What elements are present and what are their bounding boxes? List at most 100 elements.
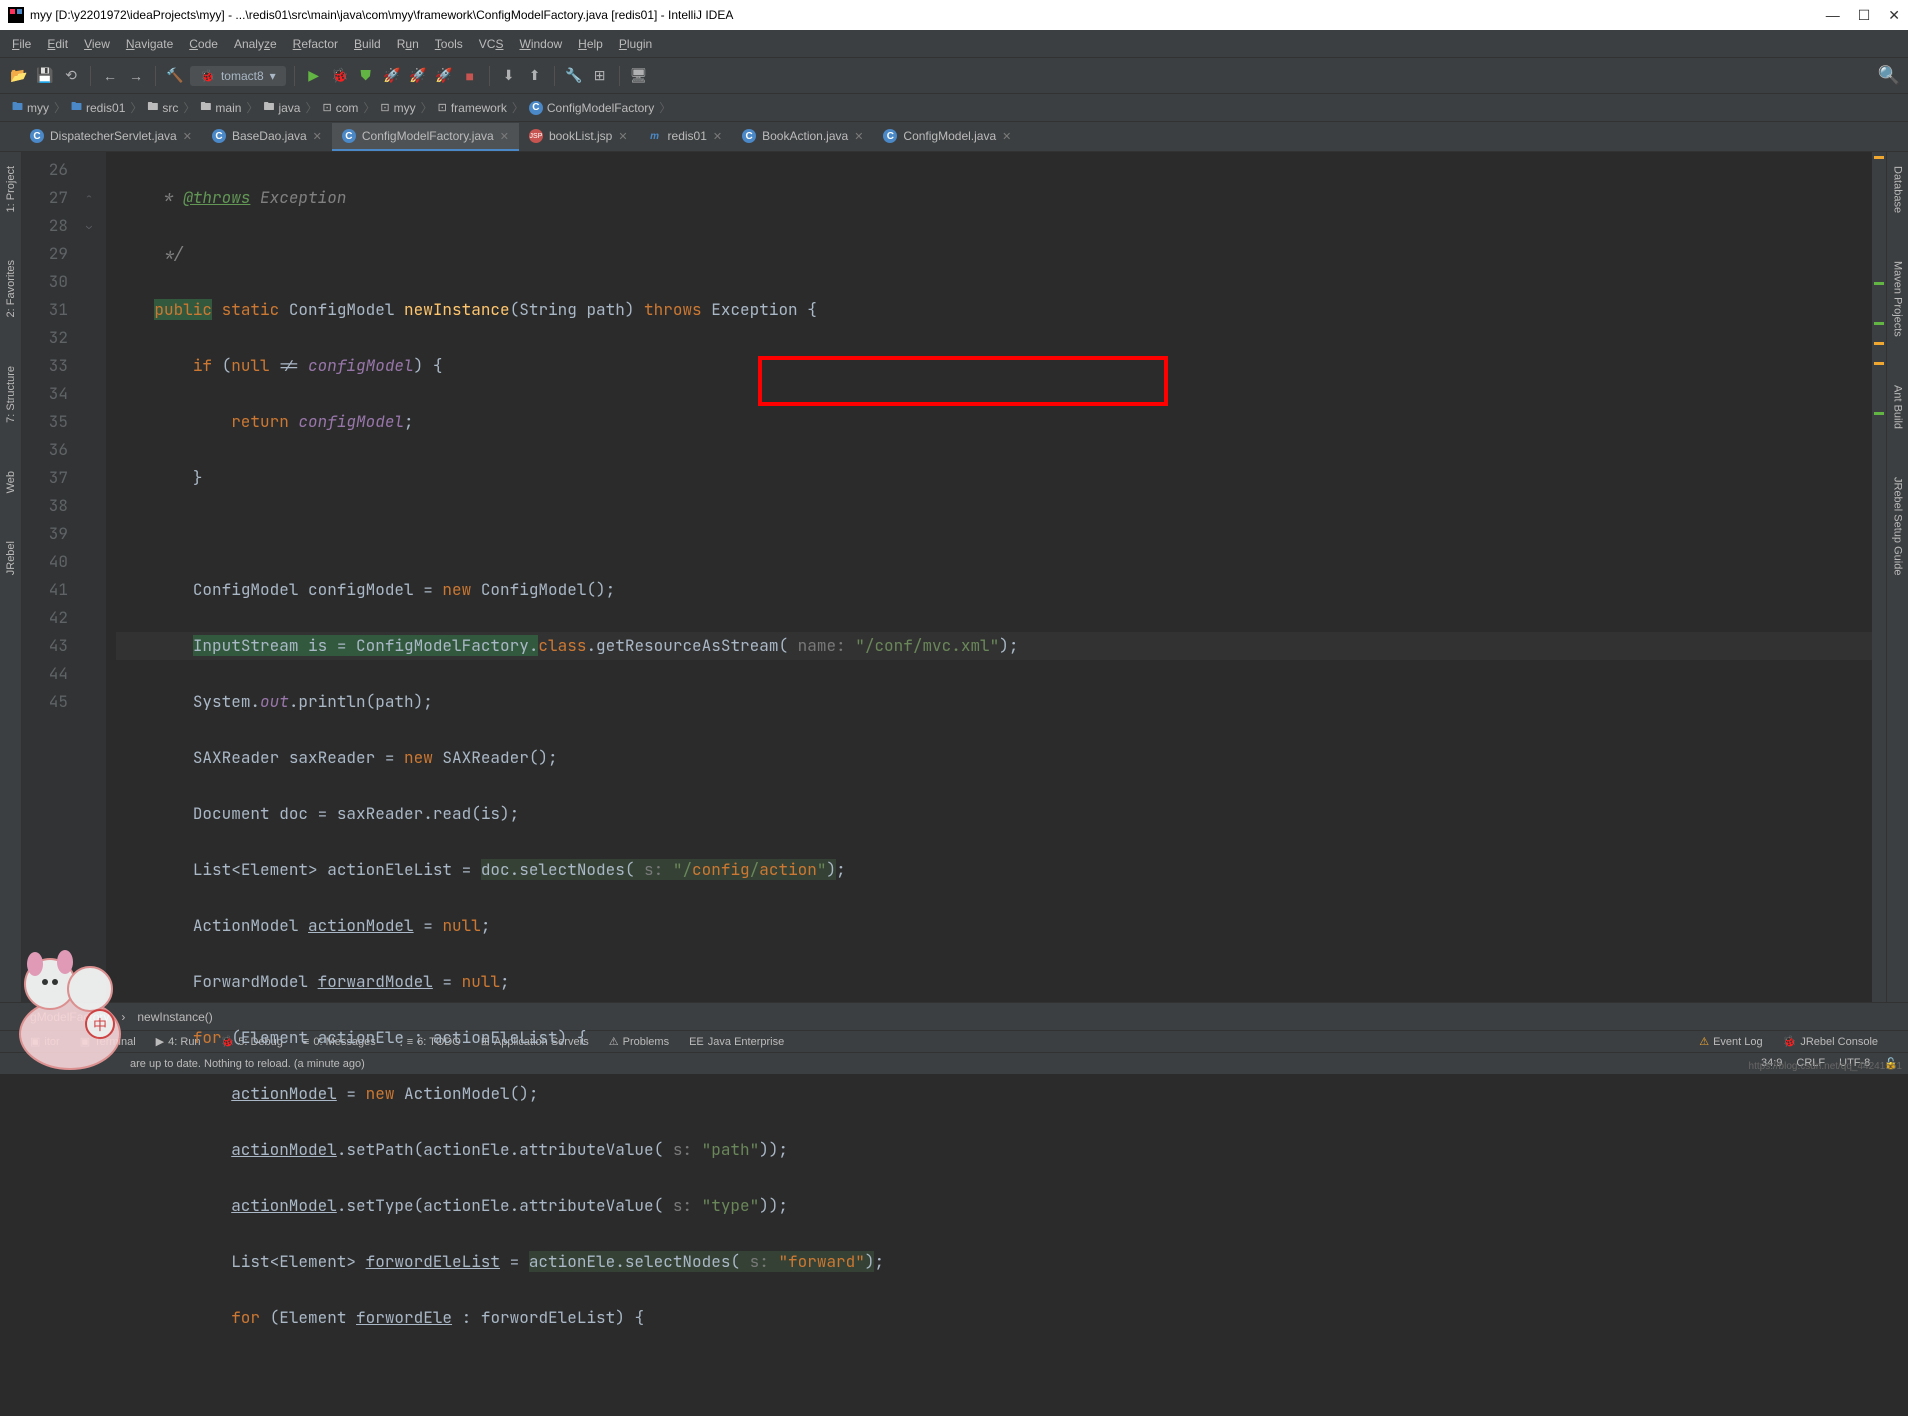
- nav-class[interactable]: gModelFactory: [30, 1010, 109, 1024]
- open-icon[interactable]: 📂: [8, 65, 30, 87]
- vcs-update-icon[interactable]: ⬇: [498, 65, 520, 87]
- package-icon: ⊡: [380, 101, 389, 114]
- close-icon[interactable]: ✕: [618, 130, 627, 143]
- forward-icon[interactable]: →: [125, 65, 147, 87]
- maximize-button[interactable]: ☐: [1858, 7, 1871, 24]
- stop-icon[interactable]: ■: [459, 65, 481, 87]
- left-tool-window-bar: 1: Project 2: Favorites 7: Structure Web…: [0, 152, 22, 1002]
- folder-icon: 🖿: [200, 98, 211, 117]
- gutter-line-numbers: 2627282930313233343536373839404142434445: [22, 152, 82, 1002]
- back-icon[interactable]: ←: [99, 65, 121, 87]
- tool-favorites[interactable]: 2: Favorites: [3, 256, 19, 321]
- package-icon: ⊡: [322, 101, 331, 114]
- debug-icon[interactable]: 🐞: [329, 65, 351, 87]
- tab-bookaction[interactable]: CBookAction.java✕: [732, 123, 873, 151]
- minimize-button[interactable]: —: [1826, 7, 1840, 24]
- close-button[interactable]: ✕: [1888, 7, 1900, 24]
- close-icon[interactable]: ✕: [183, 130, 192, 143]
- jrebel-icon2[interactable]: 🚀: [433, 65, 455, 87]
- app-icon: [8, 7, 24, 23]
- save-icon[interactable]: 💾: [34, 65, 56, 87]
- menu-help[interactable]: Help: [570, 33, 611, 55]
- menu-build[interactable]: Build: [346, 33, 389, 55]
- tool-jrebel-setup[interactable]: JRebel Setup Guide: [1890, 473, 1906, 579]
- close-icon[interactable]: ✕: [1002, 130, 1011, 143]
- crumb-com[interactable]: ⊡com: [318, 101, 362, 115]
- menu-tools[interactable]: Tools: [427, 33, 471, 55]
- misc-icon[interactable]: 🖥: [628, 65, 650, 87]
- titlebar: myy [D:\y2201972\ideaProjects\myy] - ...…: [0, 0, 1908, 30]
- tool-web[interactable]: Web: [3, 467, 19, 497]
- menu-file[interactable]: File: [4, 33, 39, 55]
- folder-icon: 🖿: [71, 98, 82, 117]
- crumb-main[interactable]: 🖿main: [196, 98, 245, 117]
- tool-structure[interactable]: 7: Structure: [3, 362, 19, 427]
- tab-configmodelfactory[interactable]: CConfigModelFactory.java✕: [332, 123, 519, 151]
- tool-maven[interactable]: Maven Projects: [1890, 257, 1906, 341]
- vcs-commit-icon[interactable]: ⬆: [524, 65, 546, 87]
- code-editor[interactable]: 2627282930313233343536373839404142434445…: [22, 152, 1886, 1002]
- tool-monitor[interactable]: ▣itor: [30, 1035, 60, 1048]
- settings-icon[interactable]: 🔧: [563, 65, 585, 87]
- jsp-icon: JSP: [529, 129, 543, 143]
- maven-icon: m: [648, 129, 662, 143]
- menu-window[interactable]: Window: [511, 33, 570, 55]
- menu-navigate[interactable]: Navigate: [118, 33, 181, 55]
- class-icon: C: [742, 129, 756, 143]
- structure-icon[interactable]: ⊞: [589, 65, 611, 87]
- close-icon[interactable]: ✕: [500, 130, 509, 143]
- sync-icon[interactable]: ⟲: [60, 65, 82, 87]
- jrebel-debug-icon[interactable]: 🚀: [407, 65, 429, 87]
- crumb-myy[interactable]: 🖿myy: [8, 98, 53, 117]
- tool-ant[interactable]: Ant Build: [1890, 381, 1906, 433]
- tool-project[interactable]: 1: Project: [3, 162, 19, 216]
- run-config-label: tomact8: [221, 69, 264, 83]
- jrebel-run-icon[interactable]: 🚀: [381, 65, 403, 87]
- tab-redis01[interactable]: mredis01✕: [638, 123, 733, 151]
- menu-plugin[interactable]: Plugin: [611, 33, 660, 55]
- tool-database[interactable]: Database: [1890, 162, 1906, 217]
- crumb-java[interactable]: 🖿java: [259, 98, 304, 117]
- class-icon: C: [529, 101, 543, 115]
- menu-code[interactable]: Code: [181, 33, 226, 55]
- run-icon[interactable]: ▶: [303, 65, 325, 87]
- folder-icon: 🖿: [263, 98, 274, 117]
- crumb-src[interactable]: 🖿src: [143, 98, 182, 117]
- crumb-class[interactable]: CConfigModelFactory: [525, 101, 658, 115]
- menu-refactor[interactable]: Refactor: [285, 33, 346, 55]
- crumb-framework[interactable]: ⊡framework: [434, 101, 511, 115]
- tool-jrebel[interactable]: JRebel: [3, 537, 19, 579]
- close-icon[interactable]: ✕: [713, 130, 722, 143]
- class-icon: C: [212, 129, 226, 143]
- run-config-selector[interactable]: 🐞 tomact8 ▾: [190, 66, 286, 86]
- menu-view[interactable]: View: [76, 33, 118, 55]
- fold-end-icon[interactable]: ⌃: [86, 184, 92, 212]
- menu-edit[interactable]: Edit: [39, 33, 76, 55]
- close-icon[interactable]: ✕: [854, 130, 863, 143]
- window-title: myy [D:\y2201972\ideaProjects\myy] - ...…: [30, 8, 1826, 22]
- search-icon[interactable]: 🔍: [1878, 65, 1900, 86]
- fold-start-icon[interactable]: ⌄: [86, 212, 92, 240]
- separator: [294, 66, 295, 86]
- tab-basedao[interactable]: CBaseDao.java✕: [202, 123, 332, 151]
- menu-run[interactable]: Run: [389, 33, 427, 55]
- menubar: File Edit View Navigate Code Analyze Ref…: [0, 30, 1908, 58]
- menu-vcs[interactable]: VCS: [471, 33, 512, 55]
- tab-dispatcherservlet[interactable]: CDispatecherServlet.java✕: [20, 123, 202, 151]
- tab-configmodel[interactable]: CConfigModel.java✕: [873, 123, 1021, 151]
- hammer-icon[interactable]: 🔨: [164, 65, 186, 87]
- editor-tabs: CDispatecherServlet.java✕ CBaseDao.java✕…: [0, 122, 1908, 152]
- crumb-myy2[interactable]: ⊡myy: [376, 101, 419, 115]
- folder-icon: 🖿: [12, 98, 23, 117]
- menu-analyze[interactable]: Analyze: [226, 33, 285, 55]
- vertical-scrollbar[interactable]: [1872, 152, 1886, 1002]
- terminal-icon: ▣: [80, 1035, 90, 1048]
- close-icon[interactable]: ✕: [313, 130, 322, 143]
- separator: [619, 66, 620, 86]
- coverage-icon[interactable]: ⛊: [355, 65, 377, 87]
- right-tool-window-bar: Database Maven Projects Ant Build JRebel…: [1886, 152, 1908, 1002]
- tab-booklist[interactable]: JSPbookList.jsp✕: [519, 123, 638, 151]
- dropdown-icon: ▾: [270, 69, 276, 83]
- crumb-redis01[interactable]: 🖿redis01: [67, 98, 129, 117]
- code-area[interactable]: * @throws Exception */ public static Con…: [106, 152, 1872, 1002]
